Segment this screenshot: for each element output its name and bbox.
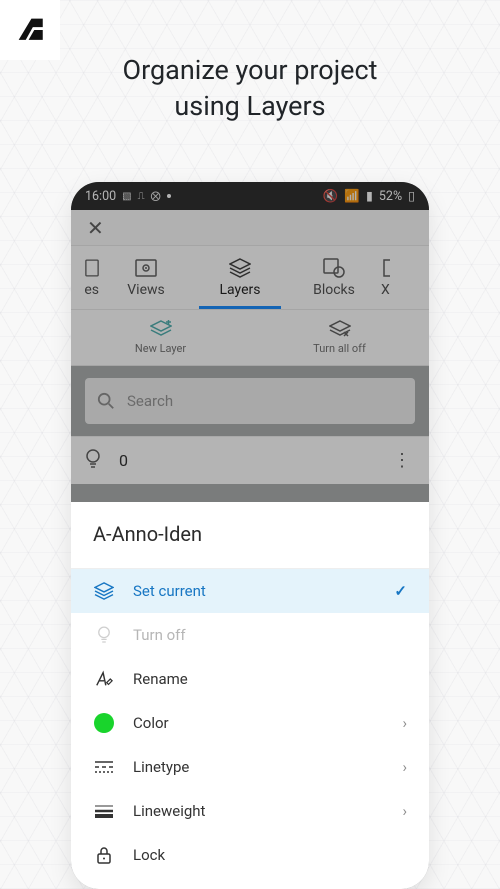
check-icon: ✓ bbox=[394, 582, 407, 600]
search-input[interactable] bbox=[127, 392, 403, 410]
status-time: 16:00 bbox=[85, 189, 116, 204]
tab-label: Blocks bbox=[313, 282, 355, 298]
tab-views[interactable]: Views bbox=[99, 246, 193, 309]
tab-label: Views bbox=[127, 282, 165, 298]
layers-icon bbox=[229, 258, 251, 278]
hero-line-1: Organize your project bbox=[123, 54, 378, 86]
signal-icon: ▮ bbox=[366, 188, 373, 204]
lock-icon bbox=[93, 846, 115, 864]
layer-toolbar: New Layer Turn all off bbox=[71, 310, 429, 366]
layer-row-0[interactable]: 0 ⋮ bbox=[71, 436, 429, 484]
search-bar[interactable] bbox=[85, 378, 415, 424]
tab-label: Layers bbox=[220, 282, 261, 298]
menu-lock[interactable]: Lock bbox=[71, 833, 429, 877]
menu-label: Color bbox=[133, 714, 169, 732]
menu-lineweight[interactable]: Lineweight › bbox=[71, 789, 429, 833]
layer-name: 0 bbox=[119, 451, 128, 470]
menu-linetype[interactable]: Linetype › bbox=[71, 745, 429, 789]
bracket-icon bbox=[381, 258, 391, 278]
menu-label: Set current bbox=[133, 582, 206, 600]
sheet-menu: Set current ✓ Turn off Rename Color bbox=[71, 568, 429, 877]
app-badge bbox=[0, 0, 60, 60]
tab-prev-overflow[interactable]: es bbox=[71, 246, 99, 309]
chevron-right-icon: › bbox=[402, 714, 407, 732]
menu-label: Rename bbox=[133, 670, 188, 688]
wifi-icon: 📶 bbox=[344, 189, 360, 204]
menu-label: Lock bbox=[133, 846, 165, 864]
status-dot bbox=[167, 194, 171, 198]
menu-set-current[interactable]: Set current ✓ bbox=[71, 569, 429, 613]
menu-color[interactable]: Color › bbox=[71, 701, 429, 745]
hero-caption: Organize your project using Layers bbox=[0, 0, 500, 125]
bulb-icon bbox=[85, 449, 101, 473]
layer-context-sheet: A-Anno-Iden Set current ✓ Turn off Re bbox=[71, 502, 429, 889]
phone-frame: 16:00 ▧ ⎍ ⨂ 🔇 📶 ▮ 52% ▯ ✕ es Views bbox=[71, 182, 429, 889]
sync-icon: ⨂ bbox=[151, 191, 161, 202]
rename-icon bbox=[93, 670, 115, 688]
tab-blocks[interactable]: Blocks bbox=[287, 246, 381, 309]
new-layer-button[interactable]: New Layer bbox=[71, 310, 250, 365]
tabstrip: es Views Layers Blocks X bbox=[71, 246, 429, 310]
tab-layers[interactable]: Layers bbox=[193, 246, 287, 309]
menu-label: Linetype bbox=[133, 758, 189, 776]
menu-rename[interactable]: Rename bbox=[71, 657, 429, 701]
turn-all-off-button[interactable]: Turn all off bbox=[250, 310, 429, 365]
turn-off-all-icon bbox=[329, 320, 351, 338]
layers-icon bbox=[93, 582, 115, 600]
menu-label: Turn off bbox=[133, 626, 186, 644]
new-layer-icon bbox=[150, 320, 172, 338]
chevron-right-icon: › bbox=[402, 758, 407, 776]
appbar: ✕ bbox=[71, 210, 429, 246]
bulb-off-icon bbox=[93, 626, 115, 644]
hero-line-2: using Layers bbox=[174, 90, 325, 122]
linetype-icon bbox=[93, 759, 115, 775]
chevron-right-icon: › bbox=[402, 802, 407, 820]
menu-turn-off[interactable]: Turn off bbox=[71, 613, 429, 657]
blocks-icon bbox=[323, 258, 345, 278]
statusbar: 16:00 ▧ ⎍ ⨂ 🔇 📶 ▮ 52% ▯ bbox=[71, 182, 429, 210]
views-icon bbox=[135, 258, 157, 278]
lineweight-icon bbox=[93, 803, 115, 819]
search-icon bbox=[97, 392, 115, 410]
file-icon bbox=[85, 258, 99, 278]
tab-next-overflow[interactable]: X bbox=[381, 246, 409, 309]
tab-label: es bbox=[84, 282, 99, 298]
image-icon: ▧ bbox=[122, 191, 131, 202]
color-swatch-icon bbox=[93, 713, 115, 733]
menu-label: Lineweight bbox=[133, 802, 205, 820]
sheet-layer-name: A-Anno-Iden bbox=[71, 502, 429, 568]
tab-label: X bbox=[381, 282, 390, 298]
battery-text: 52% bbox=[379, 189, 402, 204]
mute-icon: 🔇 bbox=[323, 189, 339, 204]
turn-all-off-label: Turn all off bbox=[313, 342, 366, 355]
battery-icon: ▯ bbox=[408, 188, 415, 204]
close-icon[interactable]: ✕ bbox=[79, 212, 112, 244]
more-icon[interactable]: ⋮ bbox=[393, 450, 411, 471]
autocad-logo-icon bbox=[13, 13, 47, 47]
new-layer-label: New Layer bbox=[135, 342, 186, 355]
vibrate-icon: ⎍ bbox=[138, 191, 145, 202]
